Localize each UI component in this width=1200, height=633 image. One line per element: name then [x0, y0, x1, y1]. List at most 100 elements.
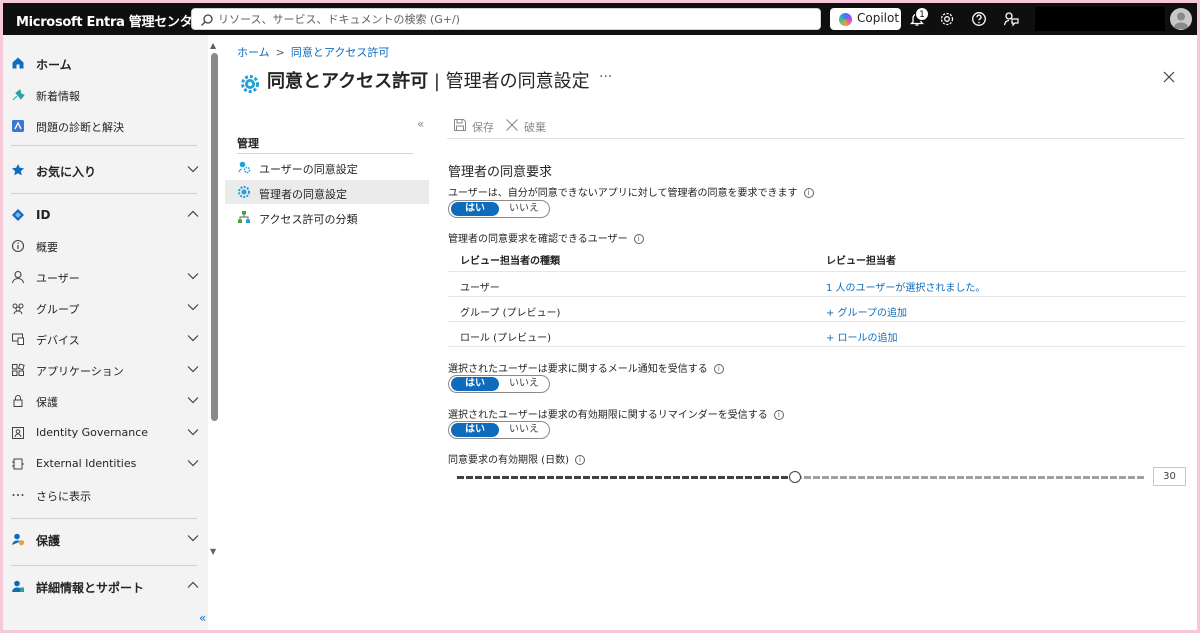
apps-icon [12, 363, 25, 376]
info-icon[interactable]: i [574, 455, 585, 465]
nav-item-users[interactable]: ユーザー [3, 262, 208, 292]
nav-item-protection-section[interactable]: 保護 [3, 524, 208, 554]
field-label-text: 選択されたユーザーは要求に関するメール通知を受信する [448, 364, 708, 375]
nav-item-home[interactable]: ホーム [3, 48, 208, 78]
left-navigation: ホーム 新着情報 問題の診断と解決 お気に入り ID 概要 ユーザー グループ … [3, 35, 218, 630]
diagnose-icon [12, 120, 24, 132]
chevron-down-icon [187, 304, 199, 311]
nav-item-show-more[interactable]: さらに表示 [3, 480, 208, 510]
info-icon[interactable]: i [713, 364, 724, 374]
nav-item-overview[interactable]: 概要 [3, 231, 208, 261]
nav-item-whats-new[interactable]: 新着情報 [3, 80, 208, 110]
toggle-yes-option[interactable]: はい [451, 423, 499, 437]
nav-divider [11, 193, 197, 194]
page-title-sub: 管理者の同意設定 [445, 71, 590, 92]
nav-item-diagnose[interactable]: 問題の診断と解決 [3, 111, 208, 141]
chevron-down-icon [187, 366, 199, 373]
add-role-link[interactable]: + ロールの追加 [826, 329, 898, 344]
nav-item-protection[interactable]: 保護 [3, 386, 208, 416]
reviewer-users-link[interactable]: 1 人のユーザーが選択されました。 [826, 279, 985, 294]
nav-item-identity[interactable]: ID [3, 200, 208, 230]
search-input[interactable] [218, 11, 808, 27]
scroll-down-arrow[interactable]: ▼ [210, 547, 216, 556]
account-info[interactable] [1035, 7, 1165, 31]
toggle-email-notification[interactable]: はい いいえ [448, 375, 550, 393]
field-label-reminder: 選択されたユーザーは要求の有効期限に関するリマインダーを受信する i [448, 406, 784, 421]
collapse-subnav-button[interactable]: « [417, 117, 424, 131]
protection-icon [12, 533, 24, 546]
nav-label: External Identities [36, 457, 137, 470]
field-label-text: 選択されたユーザーは要求の有効期限に関するリマインダーを受信する [448, 410, 768, 421]
breadcrumb-home[interactable]: ホーム [237, 46, 270, 59]
subnav-label: 管理者の同意設定 [259, 188, 347, 201]
toggle-no-option[interactable]: いいえ [500, 377, 548, 391]
collapse-nav-button[interactable]: « [199, 611, 206, 625]
nav-item-identity-governance[interactable]: Identity Governance [3, 418, 208, 448]
reviewer-table: レビュー担当者の種類 レビュー担当者 ユーザー 1 人のユーザーが選択されました… [448, 245, 1186, 347]
expiry-slider[interactable] [457, 471, 1145, 483]
save-button[interactable]: 保存 [453, 117, 499, 135]
slider-thumb[interactable] [789, 471, 801, 483]
star-icon [12, 164, 24, 176]
nav-label: さらに表示 [36, 490, 91, 503]
toggle-yes-option[interactable]: はい [451, 202, 499, 216]
toggle-reminder[interactable]: はい いいえ [448, 421, 550, 439]
gear-badge-icon [241, 75, 259, 93]
more-options-button[interactable]: ··· [599, 69, 612, 85]
toggle-no-option[interactable]: いいえ [500, 202, 548, 216]
scroll-up-arrow[interactable]: ▲ [210, 41, 216, 50]
nav-item-devices[interactable]: デバイス [3, 324, 208, 354]
toggle-request-consent[interactable]: はい いいえ [448, 200, 550, 218]
subnav-label: ユーザーの同意設定 [259, 163, 358, 176]
nav-item-favorites[interactable]: お気に入り [3, 155, 208, 185]
info-icon[interactable]: i [803, 188, 814, 198]
toggle-yes-option[interactable]: はい [451, 377, 499, 391]
nav-item-support[interactable]: 詳細情報とサポート [3, 571, 208, 601]
section-title: 管理者の同意要求 [448, 165, 553, 180]
page-title-separator: | [428, 71, 446, 92]
subnav-item-permission-classification[interactable]: アクセス許可の分類 [225, 205, 429, 229]
help-icon[interactable] [971, 11, 987, 27]
nav-item-external-identities[interactable]: External Identities [3, 449, 208, 479]
nav-label: ID [36, 208, 51, 222]
nav-label: グループ [36, 303, 80, 316]
gear-icon[interactable] [939, 11, 955, 27]
close-icon[interactable] [1163, 71, 1175, 83]
avatar[interactable] [1170, 8, 1192, 30]
gear-icon [238, 186, 250, 198]
close-icon [506, 119, 518, 131]
reviewer-type-cell: ユーザー [460, 283, 500, 294]
subnav-item-user-consent[interactable]: ユーザーの同意設定 [225, 155, 429, 179]
column-header: レビュー担当者の種類 [460, 256, 560, 267]
page-title-main: 同意とアクセス許可 [267, 71, 429, 92]
toggle-no-option[interactable]: いいえ [500, 423, 548, 437]
breadcrumb: ホーム > 同意とアクセス許可 [237, 44, 389, 60]
feedback-icon[interactable] [1003, 11, 1019, 27]
brand-title[interactable]: Microsoft Entra 管理センター [16, 11, 205, 30]
nav-divider [11, 145, 197, 146]
copilot-button[interactable]: Copilot [830, 8, 901, 30]
info-icon[interactable]: i [773, 410, 784, 420]
nav-scrollbar[interactable] [211, 53, 218, 421]
subnav-item-admin-consent[interactable]: 管理者の同意設定 [225, 180, 429, 204]
field-label-text: 管理者の同意要求を確認できるユーザー [448, 234, 628, 245]
whats-new-icon [12, 89, 25, 101]
nav-label: 保護 [36, 396, 58, 409]
save-label: 保存 [472, 121, 494, 134]
identity-icon [12, 209, 24, 221]
add-group-link[interactable]: + グループの追加 [826, 304, 907, 319]
expiry-days-input[interactable]: 30 [1153, 467, 1186, 486]
breadcrumb-current[interactable]: 同意とアクセス許可 [291, 46, 389, 59]
global-search[interactable] [191, 8, 821, 30]
discard-button[interactable]: 破棄 [505, 117, 551, 135]
nav-item-applications[interactable]: アプリケーション [3, 355, 208, 385]
chevron-down-icon [187, 535, 199, 542]
nav-label: 新着情報 [36, 90, 80, 103]
table-row: ユーザー 1 人のユーザーが選択されました。 [448, 272, 1186, 297]
field-label-text: 同意要求の有効期限 (日数) [448, 455, 569, 466]
info-icon[interactable]: i [633, 234, 644, 244]
nav-item-groups[interactable]: グループ [3, 293, 208, 323]
subnav-label: アクセス許可の分類 [259, 213, 358, 226]
nav-label: ホーム [36, 58, 72, 72]
chevron-down-icon [187, 335, 199, 342]
